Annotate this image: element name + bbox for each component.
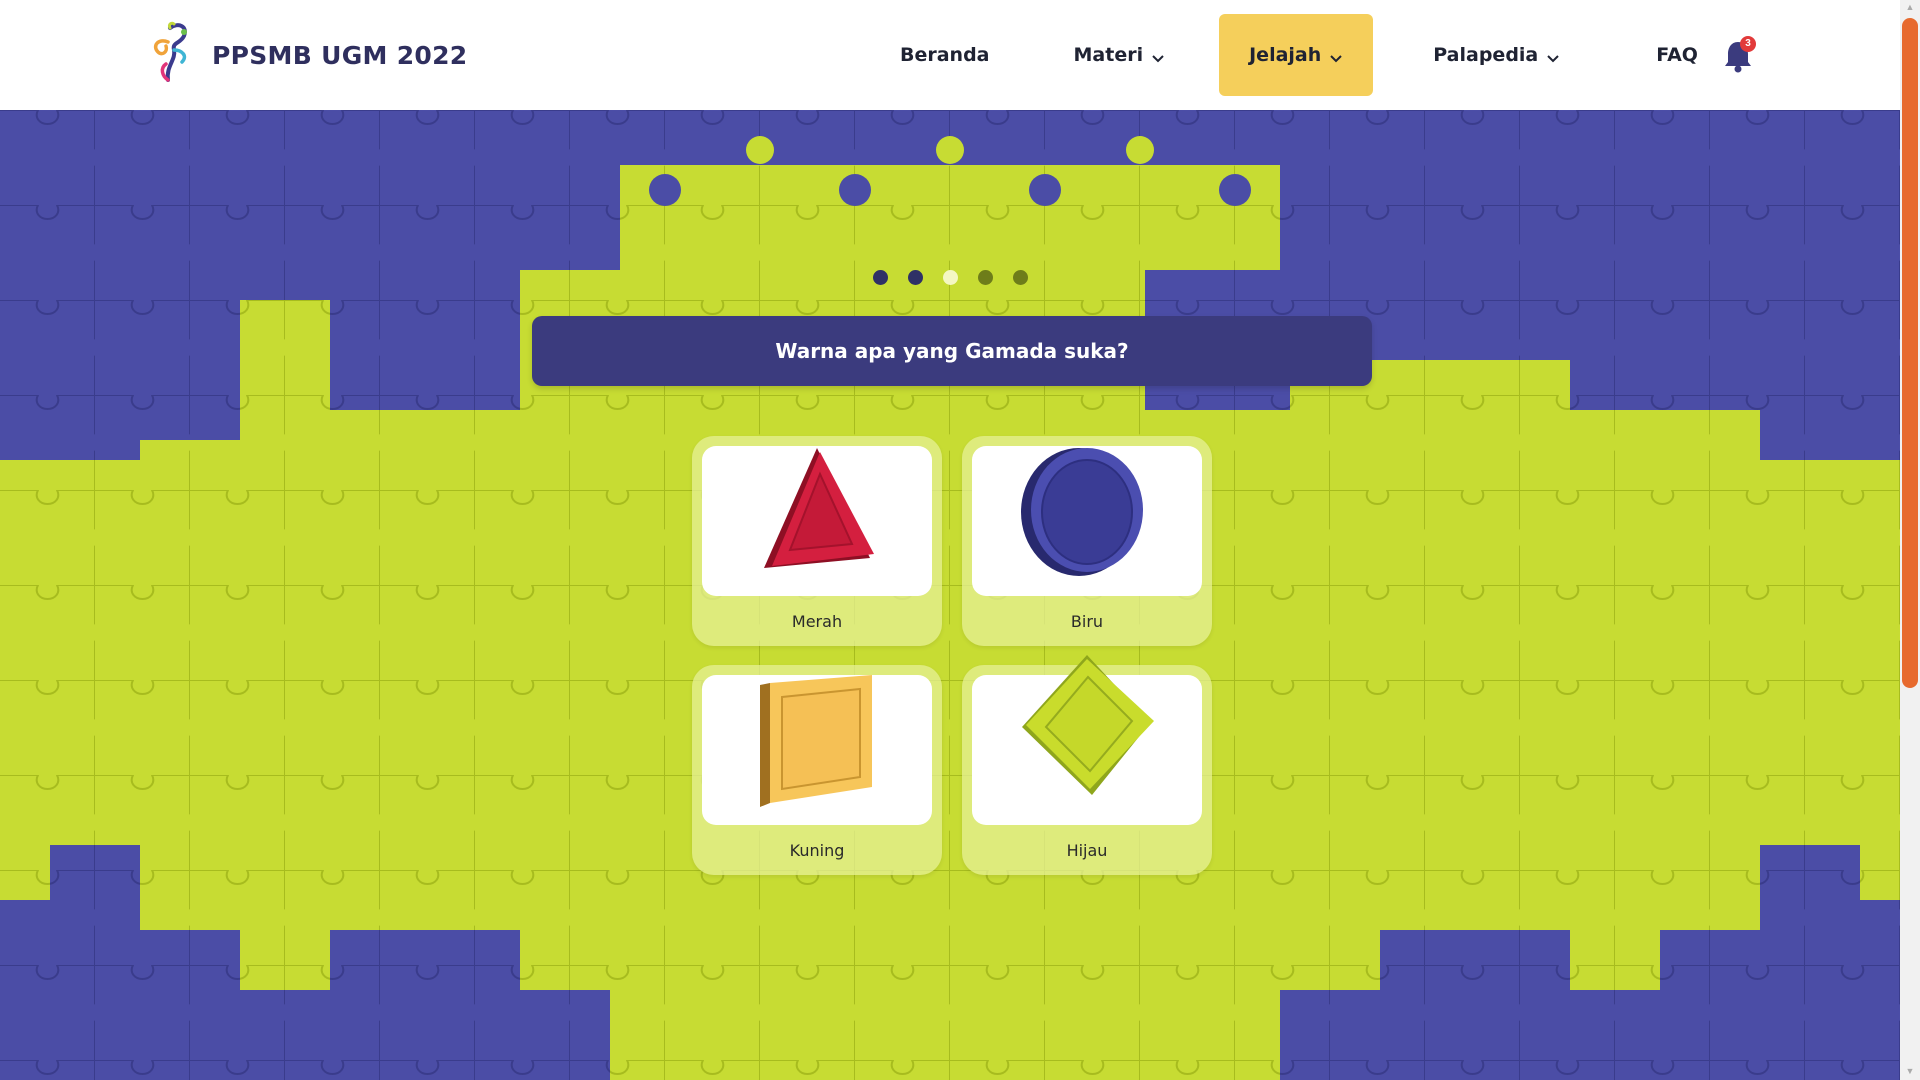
- option-image: [702, 675, 932, 825]
- nav-jelajah[interactable]: Jelajah: [1219, 14, 1374, 96]
- ppsmb-logo-icon: [148, 20, 194, 91]
- main-nav: Beranda Materi Jelajah Palapedia FAQ: [870, 14, 1728, 96]
- brand-title: PPSMB UGM 2022: [212, 40, 468, 70]
- option-biru[interactable]: Biru: [962, 436, 1212, 646]
- progress-dot[interactable]: [872, 270, 888, 285]
- notification-count-badge: 3: [1740, 36, 1756, 52]
- progress-dot[interactable]: [907, 270, 923, 285]
- nav-label: Jelajah: [1249, 44, 1322, 66]
- scroll-up-arrow-icon[interactable]: ▲: [1904, 2, 1916, 14]
- puzzle-background: Warna apa yang Gamada suka? Merah Biru K…: [0, 110, 1900, 1080]
- triangle-icon: [764, 448, 874, 568]
- option-label: Kuning: [789, 841, 845, 860]
- nav-beranda[interactable]: Beranda: [870, 14, 1020, 96]
- brand[interactable]: PPSMB UGM 2022: [148, 20, 468, 91]
- page-scrollbar[interactable]: ▲ ▼: [1900, 0, 1920, 1080]
- progress-dot[interactable]: [977, 270, 993, 285]
- option-image: [702, 446, 932, 596]
- option-label: Hijau: [1066, 841, 1108, 860]
- circle-icon: [1021, 448, 1143, 576]
- top-navbar: PPSMB UGM 2022 Beranda Materi Jelajah Pa…: [0, 0, 1900, 110]
- quiz-question: Warna apa yang Gamada suka?: [532, 316, 1372, 386]
- nav-faq[interactable]: FAQ: [1626, 14, 1728, 96]
- progress-dot[interactable]: [1012, 270, 1028, 285]
- progress-dot-current[interactable]: [942, 270, 958, 285]
- nav-label: Materi: [1073, 44, 1144, 66]
- nav-materi[interactable]: Materi: [1044, 14, 1196, 96]
- diamond-icon: [1022, 655, 1154, 795]
- answer-options: Merah Biru Kuning Hijau: [692, 436, 1212, 876]
- option-merah[interactable]: Merah: [692, 436, 942, 646]
- option-image: [972, 446, 1202, 596]
- chevron-down-icon: [1151, 48, 1165, 63]
- nav-label: FAQ: [1656, 44, 1698, 66]
- chevron-down-icon: [1546, 48, 1560, 63]
- square-icon: [760, 675, 872, 807]
- option-label: Biru: [1070, 612, 1104, 631]
- nav-label: Palapedia: [1433, 44, 1539, 66]
- scrollbar-thumb[interactable]: [1902, 18, 1918, 688]
- question-text: Warna apa yang Gamada suka?: [775, 339, 1129, 363]
- option-image: [972, 655, 1202, 825]
- notification-bell-button[interactable]: 3: [1722, 36, 1756, 74]
- bell-icon: [1722, 42, 1754, 78]
- option-label: Merah: [791, 612, 843, 631]
- scroll-down-arrow-icon[interactable]: ▼: [1904, 1066, 1916, 1078]
- option-hijau[interactable]: Hijau: [962, 655, 1212, 875]
- nav-label: Beranda: [900, 44, 990, 66]
- quiz-progress-dots: [0, 270, 1900, 285]
- nav-palapedia[interactable]: Palapedia: [1403, 14, 1590, 96]
- chevron-down-icon: [1329, 48, 1343, 63]
- option-kuning[interactable]: Kuning: [692, 665, 942, 875]
